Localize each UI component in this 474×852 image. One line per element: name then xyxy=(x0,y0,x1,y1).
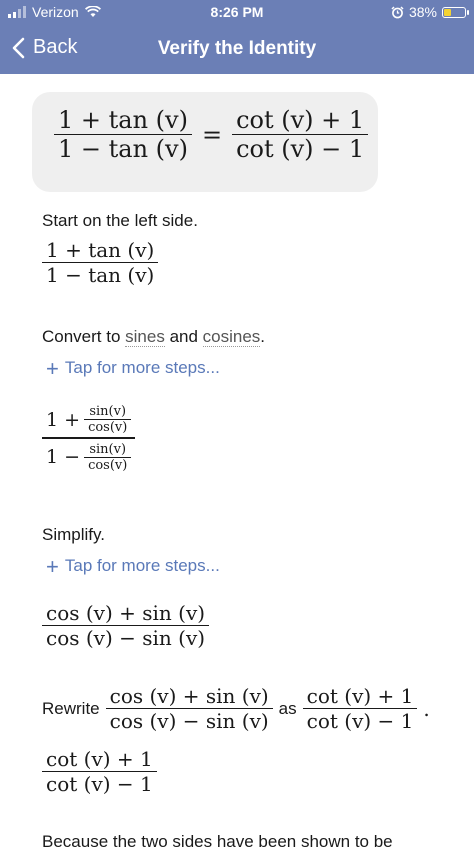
rewrite-period: . xyxy=(423,696,430,721)
battery-percent: 38% xyxy=(408,4,437,20)
simplify-den: cos (v) − sin (v) xyxy=(46,626,206,651)
convert-and: and xyxy=(164,327,203,346)
identity-rhs-den: cot (v) − 1 xyxy=(236,135,365,164)
step-conclusion-text: Because the two sides have been shown to… xyxy=(42,832,393,851)
identity-rhs-num: cot (v) + 1 xyxy=(236,106,365,134)
rewrite-as-label: as xyxy=(278,698,297,718)
step-simplify-fraction: cos (v) + sin (v) cos (v) − sin (v) xyxy=(42,601,210,651)
identity-box: 1 + tan (v) 1 − tan (v) = cot (v) + 1 co… xyxy=(32,92,378,192)
step-rewrite: Rewrite cos (v) + sin (v) cos (v) − sin … xyxy=(42,684,430,733)
identity-equation: 1 + tan (v) 1 − tan (v) = cot (v) + 1 co… xyxy=(54,106,369,164)
result-num: cot (v) + 1 xyxy=(46,747,153,771)
step-start-fraction: 1 + tan (v) 1 − tan (v) xyxy=(42,238,159,288)
cosines-link[interactable]: cosines xyxy=(202,327,261,347)
step-result-fraction: cot (v) + 1 cot (v) − 1 xyxy=(42,747,157,796)
rewrite-from-den: cos (v) − sin (v) xyxy=(109,709,269,734)
convert-top-cos: cos(v) xyxy=(88,420,128,436)
equals-sign: = xyxy=(201,120,223,149)
rewrite-to-den: cot (v) − 1 xyxy=(306,709,414,734)
convert-period: . xyxy=(260,327,266,346)
convert-prefix: Convert to xyxy=(42,327,126,346)
battery-icon xyxy=(442,6,469,18)
alarm-clock-icon xyxy=(391,5,404,18)
identity-lhs-num: 1 + tan (v) xyxy=(58,106,188,134)
tap-more-steps-2[interactable]: + Tap for more steps... xyxy=(46,553,220,579)
step-start-num: 1 + tan (v) xyxy=(46,238,155,262)
rewrite-to-num: cot (v) + 1 xyxy=(306,684,414,708)
convert-bot-lead: 1 − xyxy=(46,446,81,469)
identity-lhs-den: 1 − tan (v) xyxy=(58,135,188,164)
convert-top-sin: sin(v) xyxy=(89,404,127,419)
convert-bot-cos: cos(v) xyxy=(88,457,128,473)
sines-link[interactable]: sines xyxy=(125,327,165,347)
step-convert-text: Convert to sines and cosines. xyxy=(42,327,265,347)
result-den: cot (v) − 1 xyxy=(46,772,153,797)
nav-bar: Back Verify the Identity xyxy=(0,24,474,74)
convert-bot-sin: sin(v) xyxy=(89,441,127,457)
tap-more-steps-1[interactable]: + Tap for more steps... xyxy=(46,355,220,381)
convert-top-lead: 1 + xyxy=(46,408,81,431)
step-start-text: Start on the left side. xyxy=(42,211,198,230)
plus-icon: + xyxy=(46,355,59,381)
plus-icon: + xyxy=(46,553,59,579)
page-title: Verify the Identity xyxy=(157,38,317,59)
rewrite-label: Rewrite xyxy=(42,698,100,718)
identity-lhs: 1 + tan (v) 1 − tan (v) xyxy=(54,106,192,163)
status-right: 38% xyxy=(391,4,469,20)
tap-label: Tap for more steps... xyxy=(64,358,220,377)
status-bar: Verizon 8:26 PM 38% xyxy=(0,0,474,24)
simplify-num: cos (v) + sin (v) xyxy=(46,601,206,625)
step-start-den: 1 − tan (v) xyxy=(46,263,155,288)
step-simplify-text: Simplify. xyxy=(42,525,105,544)
tap-label: Tap for more steps... xyxy=(64,556,220,575)
identity-rhs: cot (v) + 1 cot (v) − 1 xyxy=(232,106,369,164)
rewrite-from-num: cos (v) + sin (v) xyxy=(109,684,269,708)
step-convert-fraction: 1 + sin(v) cos(v) 1 − sin(v) cos(v) xyxy=(42,404,136,473)
